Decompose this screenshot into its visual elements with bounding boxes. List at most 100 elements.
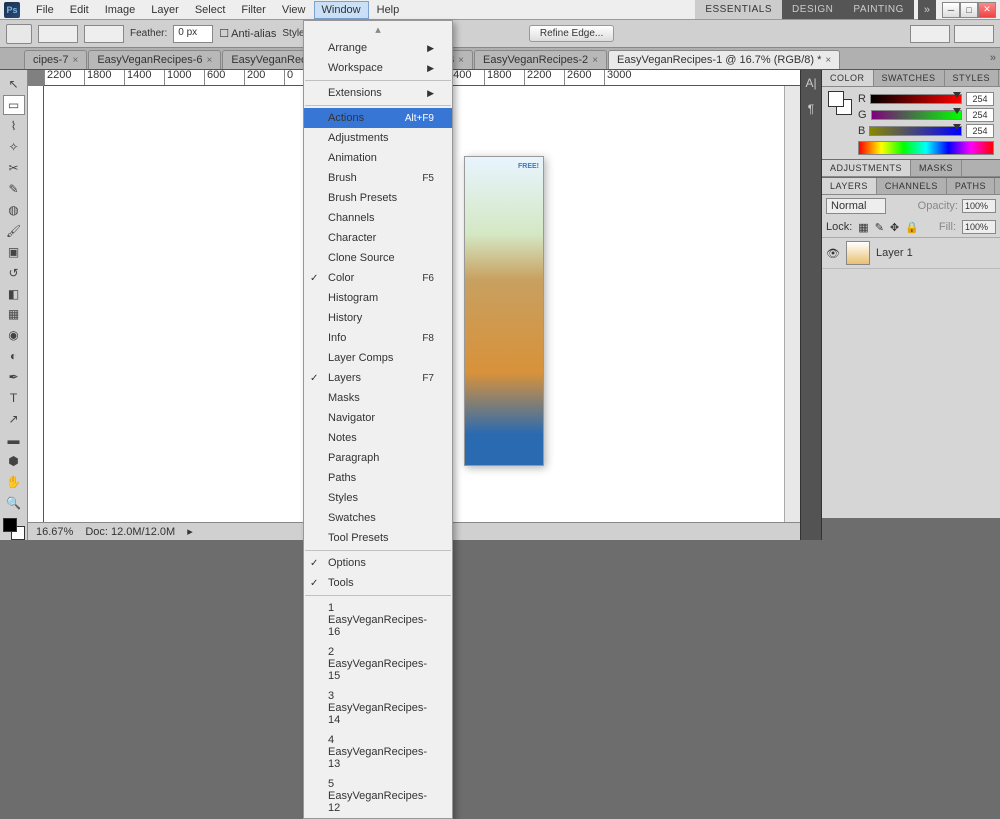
menu-item-masks[interactable]: Masks xyxy=(304,388,452,408)
menu-item-tool-presets[interactable]: Tool Presets xyxy=(304,528,452,548)
fill-input[interactable]: 100% xyxy=(962,220,996,234)
panel-tab-channels[interactable]: CHANNELS xyxy=(877,178,947,194)
healing-tool[interactable]: ◍ xyxy=(3,200,25,220)
eyedropper-tool[interactable]: ✎ xyxy=(3,179,25,199)
panel-tab-styles[interactable]: STYLES xyxy=(945,70,1000,86)
g-slider[interactable] xyxy=(871,110,962,120)
tab-close-icon[interactable]: × xyxy=(825,55,831,66)
menu-item-swatches[interactable]: Swatches xyxy=(304,508,452,528)
move-tool[interactable]: ↖ xyxy=(3,74,25,94)
menu-item-styles[interactable]: Styles xyxy=(304,488,452,508)
g-value[interactable]: 254 xyxy=(966,108,994,122)
zoom-level[interactable]: 16.67% xyxy=(36,526,73,538)
menu-item-layers[interactable]: ✓LayersF7 xyxy=(304,368,452,388)
menu-item-channels[interactable]: Channels xyxy=(304,208,452,228)
dock-character-icon[interactable]: A| xyxy=(803,76,819,92)
menu-view[interactable]: View xyxy=(274,1,314,19)
menu-item-adjustments[interactable]: Adjustments xyxy=(304,128,452,148)
history-brush-tool[interactable]: ↺ xyxy=(3,263,25,283)
refine-edge-button[interactable]: Refine Edge... xyxy=(529,25,614,42)
color-swatch-pair[interactable] xyxy=(828,91,852,115)
crop-tool[interactable]: ✂ xyxy=(3,158,25,178)
dodge-tool[interactable]: ◐ xyxy=(3,346,25,366)
stamp-tool[interactable]: ▣ xyxy=(3,242,25,262)
pen-tool[interactable]: ✒ xyxy=(3,367,25,387)
menu-item-color[interactable]: ✓ColorF6 xyxy=(304,268,452,288)
menu-file[interactable]: File xyxy=(28,1,62,19)
menu-window[interactable]: Window xyxy=(314,1,369,19)
wand-tool[interactable]: ✧ xyxy=(3,137,25,157)
menu-collapse-grip[interactable]: ▴ xyxy=(304,21,452,38)
lock-pixels[interactable]: ✎ xyxy=(875,221,884,234)
menu-filter[interactable]: Filter xyxy=(233,1,273,19)
workspace-essentials[interactable]: ESSENTIALS xyxy=(695,0,782,19)
tab-close-icon[interactable]: × xyxy=(72,55,78,66)
menu-item-actions[interactable]: ActionsAlt+F9 xyxy=(304,108,452,128)
panel-tab-swatches[interactable]: SWATCHES xyxy=(874,70,945,86)
dock-paragraph-icon[interactable]: ¶ xyxy=(803,102,819,118)
status-arrow[interactable]: ▸ xyxy=(187,525,193,538)
lasso-tool[interactable]: ⌇ xyxy=(3,116,25,136)
marquee-mode-add[interactable] xyxy=(84,25,124,43)
opacity-input[interactable]: 100% xyxy=(962,199,996,213)
eraser-tool[interactable]: ◧ xyxy=(3,284,25,304)
tabs-overflow[interactable]: » xyxy=(990,52,996,64)
layer-name[interactable]: Layer 1 xyxy=(876,247,913,259)
menu-item-character[interactable]: Character xyxy=(304,228,452,248)
path-tool[interactable]: ↗ xyxy=(3,409,25,429)
r-slider[interactable] xyxy=(870,94,962,104)
document-tab[interactable]: EasyVeganRecipes-6× xyxy=(88,50,221,69)
marquee-tool[interactable]: ▭ xyxy=(3,95,25,115)
marquee-mode-new[interactable] xyxy=(38,25,78,43)
tool-preset-icon[interactable] xyxy=(6,24,32,44)
tab-close-icon[interactable]: × xyxy=(207,55,213,66)
screen-mode-dropdown[interactable] xyxy=(910,25,950,43)
panel-tab-layers[interactable]: LAYERS xyxy=(822,178,877,194)
workspace-more[interactable]: » xyxy=(918,0,936,20)
layer-row[interactable]: 👁 Layer 1 xyxy=(822,238,1000,269)
blend-mode-select[interactable]: Normal xyxy=(826,198,886,214)
menu-select[interactable]: Select xyxy=(187,1,234,19)
menu-item-layer-comps[interactable]: Layer Comps xyxy=(304,348,452,368)
document-tab[interactable]: cipes-7× xyxy=(24,50,87,69)
document-tab[interactable]: EasyVeganRecipes-2× xyxy=(474,50,607,69)
hand-tool[interactable]: ✋ xyxy=(3,472,25,492)
panel-tab-color[interactable]: COLOR xyxy=(822,70,874,86)
zoom-tool[interactable]: 🔍 xyxy=(3,493,25,513)
r-value[interactable]: 254 xyxy=(966,92,994,106)
tab-close-icon[interactable]: × xyxy=(458,55,464,66)
document-tab[interactable]: EasyVeganRecipes-1 @ 16.7% (RGB/8) *× xyxy=(608,50,840,69)
shape-tool[interactable]: ▬ xyxy=(3,430,25,450)
blur-tool[interactable]: ◉ xyxy=(3,325,25,345)
visibility-icon[interactable]: 👁 xyxy=(826,247,840,260)
lock-position[interactable]: ✥ xyxy=(890,221,899,234)
lock-transparency[interactable]: ▦ xyxy=(858,221,868,234)
menu-help[interactable]: Help xyxy=(369,1,408,19)
menu-item-4-easyveganrecipes-13[interactable]: 4 EasyVeganRecipes-13 xyxy=(304,730,452,774)
gradient-tool[interactable]: ▦ xyxy=(3,304,25,324)
panel-tab-masks[interactable]: MASKS xyxy=(911,160,962,176)
menu-item-brush[interactable]: BrushF5 xyxy=(304,168,452,188)
menu-item-notes[interactable]: Notes xyxy=(304,428,452,448)
menu-layer[interactable]: Layer xyxy=(143,1,187,19)
menu-item-paragraph[interactable]: Paragraph xyxy=(304,448,452,468)
panel-tab-paths[interactable]: PATHS xyxy=(947,178,995,194)
menu-item-tools[interactable]: ✓Tools xyxy=(304,573,452,593)
panel-tab-adjustments[interactable]: ADJUSTMENTS xyxy=(822,160,911,176)
menu-item-3-easyveganrecipes-14[interactable]: 3 EasyVeganRecipes-14 xyxy=(304,686,452,730)
workspace-painting[interactable]: PAINTING xyxy=(843,0,913,19)
menu-item-5-easyveganrecipes-12[interactable]: 5 EasyVeganRecipes-12 xyxy=(304,774,452,818)
lock-all[interactable]: 🔒 xyxy=(905,221,919,234)
menu-item-clone-source[interactable]: Clone Source xyxy=(304,248,452,268)
spectrum-ramp[interactable] xyxy=(858,141,994,155)
arrange-dropdown[interactable] xyxy=(954,25,994,43)
scrollbar-vertical[interactable] xyxy=(784,86,800,522)
menu-item-histogram[interactable]: Histogram xyxy=(304,288,452,308)
layer-thumbnail[interactable] xyxy=(846,241,870,265)
menu-item-animation[interactable]: Animation xyxy=(304,148,452,168)
b-slider[interactable] xyxy=(869,126,962,136)
brush-tool[interactable]: 🖌 xyxy=(3,221,25,241)
menu-item-paths[interactable]: Paths xyxy=(304,468,452,488)
menu-item-options[interactable]: ✓Options xyxy=(304,553,452,573)
menu-item-navigator[interactable]: Navigator xyxy=(304,408,452,428)
